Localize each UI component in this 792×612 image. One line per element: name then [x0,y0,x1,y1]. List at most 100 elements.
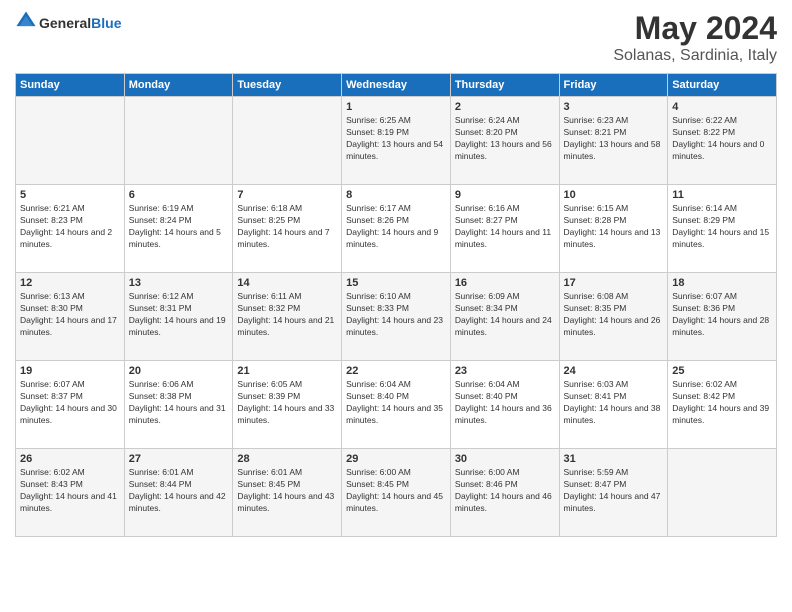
day-info: Sunrise: 6:01 AM Sunset: 8:44 PM Dayligh… [129,467,229,515]
table-row: 19Sunrise: 6:07 AM Sunset: 8:37 PM Dayli… [16,361,125,449]
day-number: 30 [455,453,555,465]
table-row: 30 Sunrise: 6:00 AM Sunset: 8:46 PM Dayli… [450,449,559,537]
day-info: Sunrise: 6:13 AM Sunset: 8:30 PM Dayligh… [20,291,120,339]
table-row: 20Sunrise: 6:06 AM Sunset: 8:38 PM Dayli… [124,361,233,449]
day-number: 6 [129,189,229,201]
page: GeneralBlue May 2024 Solanas, Sardinia, … [0,0,792,612]
table-row: 13 Sunrise: 6:12 AM Sunset: 8:31 PM Dayli… [124,273,233,361]
day-number: 15 [346,277,446,289]
table-row [233,97,342,185]
day-number: 18 [672,277,772,289]
day-info: Sunrise: 6:18 AM Sunset: 8:25 PM Dayligh… [237,203,337,251]
table-row: 22 Sunrise: 6:04 AM Sunset: 8:40 PM Dayli… [342,361,451,449]
table-row: 23 Sunrise: 6:04 AM Sunset: 8:40 PM Dayli… [450,361,559,449]
day-number: 1 [346,101,446,113]
page-title: May 2024 [613,10,777,47]
day-info: Sunrise: 6:12 AM Sunset: 8:31 PM Dayligh… [129,291,229,339]
logo: GeneralBlue [15,10,121,37]
day-number: 27 [129,453,229,465]
day-info: Sunrise: 6:01 AM Sunset: 8:45 PM Dayligh… [237,467,337,515]
col-sunday: Sunday [16,74,125,97]
logo-general: General [39,15,91,31]
col-wednesday: Wednesday [342,74,451,97]
day-info: Sunrise: 6:14 AM Sunset: 8:29 PM Dayligh… [672,203,772,251]
table-row: 8 Sunrise: 6:17 AM Sunset: 8:26 PM Daylig… [342,185,451,273]
day-number: 17 [564,277,664,289]
day-number: 22 [346,365,446,377]
day-number: 9 [455,189,555,201]
table-row: 10 Sunrise: 6:15 AM Sunset: 8:28 PM Dayli… [559,185,668,273]
day-number: 25 [672,365,772,377]
day-number: 31 [564,453,664,465]
day-number: 4 [672,101,772,113]
table-row: 3Sunrise: 6:23 AM Sunset: 8:21 PM Daylig… [559,97,668,185]
day-info: Sunrise: 6:00 AM Sunset: 8:45 PM Dayligh… [346,467,446,515]
day-info: Sunrise: 6:04 AM Sunset: 8:40 PM Dayligh… [455,379,555,427]
table-row: 27 Sunrise: 6:01 AM Sunset: 8:44 PM Dayli… [124,449,233,537]
calendar-week-row: 26 Sunrise: 6:02 AM Sunset: 8:43 PM Dayli… [16,449,777,537]
calendar-week-row: 5Sunrise: 6:21 AM Sunset: 8:23 PM Daylig… [16,185,777,273]
logo-blue: Blue [91,15,121,31]
day-number: 21 [237,365,337,377]
day-info: Sunrise: 6:25 AM Sunset: 8:19 PM Dayligh… [346,115,446,163]
day-info: Sunrise: 6:24 AM Sunset: 8:20 PM Dayligh… [455,115,555,163]
table-row: 31 Sunrise: 5:59 AM Sunset: 8:47 PM Dayli… [559,449,668,537]
day-info: Sunrise: 6:08 AM Sunset: 8:35 PM Dayligh… [564,291,664,339]
title-area: May 2024 Solanas, Sardinia, Italy [613,10,777,65]
day-info: Sunrise: 6:15 AM Sunset: 8:28 PM Dayligh… [564,203,664,251]
table-row: 6 Sunrise: 6:19 AM Sunset: 8:24 PM Daylig… [124,185,233,273]
table-row: 2 Sunrise: 6:24 AM Sunset: 8:20 PM Daylig… [450,97,559,185]
table-row: 15 Sunrise: 6:10 AM Sunset: 8:33 PM Dayli… [342,273,451,361]
day-info: Sunrise: 6:03 AM Sunset: 8:41 PM Dayligh… [564,379,664,427]
day-number: 13 [129,277,229,289]
col-tuesday: Tuesday [233,74,342,97]
day-number: 29 [346,453,446,465]
day-info: Sunrise: 6:22 AM Sunset: 8:22 PM Dayligh… [672,115,772,163]
day-number: 26 [20,453,120,465]
day-number: 23 [455,365,555,377]
day-info: Sunrise: 6:17 AM Sunset: 8:26 PM Dayligh… [346,203,446,251]
calendar-week-row: 1 Sunrise: 6:25 AM Sunset: 8:19 PM Daylig… [16,97,777,185]
day-info: Sunrise: 6:11 AM Sunset: 8:32 PM Dayligh… [237,291,337,339]
day-number: 7 [237,189,337,201]
day-info: Sunrise: 6:10 AM Sunset: 8:33 PM Dayligh… [346,291,446,339]
page-subtitle: Solanas, Sardinia, Italy [613,47,777,65]
day-number: 10 [564,189,664,201]
day-info: Sunrise: 6:04 AM Sunset: 8:40 PM Dayligh… [346,379,446,427]
day-number: 3 [564,101,664,113]
table-row [124,97,233,185]
table-row: 7 Sunrise: 6:18 AM Sunset: 8:25 PM Daylig… [233,185,342,273]
day-number: 8 [346,189,446,201]
table-row: 26 Sunrise: 6:02 AM Sunset: 8:43 PM Dayli… [16,449,125,537]
table-row: 1 Sunrise: 6:25 AM Sunset: 8:19 PM Daylig… [342,97,451,185]
calendar-table: Sunday Monday Tuesday Wednesday Thursday… [15,73,777,537]
table-row: 24 Sunrise: 6:03 AM Sunset: 8:41 PM Dayli… [559,361,668,449]
day-info: Sunrise: 5:59 AM Sunset: 8:47 PM Dayligh… [564,467,664,515]
table-row: 11 Sunrise: 6:14 AM Sunset: 8:29 PM Dayli… [668,185,777,273]
col-friday: Friday [559,74,668,97]
day-info: Sunrise: 6:09 AM Sunset: 8:34 PM Dayligh… [455,291,555,339]
table-row [668,449,777,537]
day-info: Sunrise: 6:07 AM Sunset: 8:36 PM Dayligh… [672,291,772,339]
col-thursday: Thursday [450,74,559,97]
header: GeneralBlue May 2024 Solanas, Sardinia, … [15,10,777,65]
table-row [16,97,125,185]
table-row: 17 Sunrise: 6:08 AM Sunset: 8:35 PM Dayli… [559,273,668,361]
day-number: 16 [455,277,555,289]
day-number: 24 [564,365,664,377]
day-number: 2 [455,101,555,113]
day-info: Sunrise: 6:07 AM Sunset: 8:37 PM Dayligh… [20,379,120,427]
day-number: 20 [129,365,229,377]
table-row: 29 Sunrise: 6:00 AM Sunset: 8:45 PM Dayli… [342,449,451,537]
day-info: Sunrise: 6:19 AM Sunset: 8:24 PM Dayligh… [129,203,229,251]
table-row: 28Sunrise: 6:01 AM Sunset: 8:45 PM Dayli… [233,449,342,537]
day-number: 11 [672,189,772,201]
calendar-week-row: 19Sunrise: 6:07 AM Sunset: 8:37 PM Dayli… [16,361,777,449]
calendar-header-row: Sunday Monday Tuesday Wednesday Thursday… [16,74,777,97]
table-row: 9Sunrise: 6:16 AM Sunset: 8:27 PM Daylig… [450,185,559,273]
day-info: Sunrise: 6:00 AM Sunset: 8:46 PM Dayligh… [455,467,555,515]
day-number: 5 [20,189,120,201]
day-number: 14 [237,277,337,289]
day-info: Sunrise: 6:02 AM Sunset: 8:43 PM Dayligh… [20,467,120,515]
table-row: 5Sunrise: 6:21 AM Sunset: 8:23 PM Daylig… [16,185,125,273]
